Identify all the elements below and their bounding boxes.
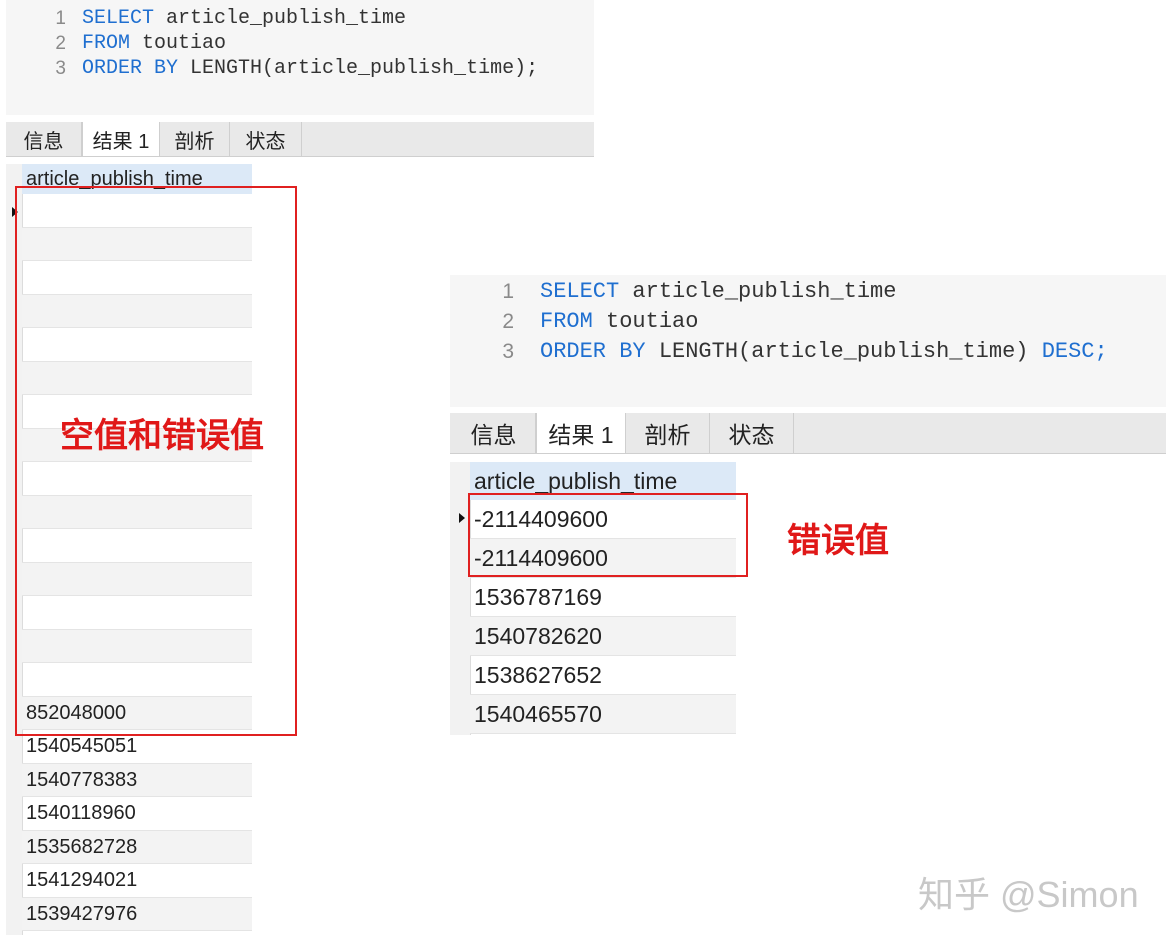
right-sql-editor[interactable]: 1 2 3 SELECT article_publish_time FROM t… bbox=[450, 275, 1166, 407]
right-query-panel: 1 2 3 SELECT article_publish_time FROM t… bbox=[450, 275, 1166, 735]
line-number: 2 bbox=[55, 33, 66, 54]
watermark: 知乎 @Simon bbox=[918, 874, 1139, 915]
table-row-cell[interactable]: 1540778383 bbox=[22, 763, 252, 797]
table-row-cell[interactable]: 1535682728 bbox=[22, 830, 252, 864]
line-number: 3 bbox=[502, 340, 514, 363]
tab-result-1[interactable]: 结果 1 bbox=[82, 122, 160, 156]
sql-keyword: ORDER BY bbox=[540, 339, 646, 364]
sql-line: FROM toutiao bbox=[82, 32, 226, 55]
table-row-cell[interactable]: 1541294021 bbox=[22, 864, 252, 898]
sql-keyword: FROM bbox=[82, 32, 131, 55]
table-row-cell[interactable]: 1538627652 bbox=[470, 656, 736, 695]
line-number: 1 bbox=[55, 8, 66, 29]
tab-profile[interactable]: 剖析 bbox=[626, 413, 710, 453]
sql-text: toutiao bbox=[592, 309, 699, 334]
tab-info[interactable]: 信息 bbox=[452, 413, 536, 453]
tab-status[interactable]: 状态 bbox=[230, 122, 302, 156]
sql-keyword: SELECT bbox=[540, 279, 620, 304]
table-row-cell[interactable]: 1540465570 bbox=[470, 695, 736, 734]
sql-line: SELECT article_publish_time bbox=[540, 279, 896, 304]
sql-text: toutiao bbox=[130, 32, 227, 55]
sql-text: LENGTH(article_publish_time); bbox=[178, 57, 539, 80]
annotation-box bbox=[468, 493, 748, 577]
sql-keyword: SELECT bbox=[82, 7, 155, 30]
tab-status[interactable]: 状态 bbox=[710, 413, 794, 453]
current-row-marker bbox=[459, 513, 465, 523]
annotation-box bbox=[15, 186, 297, 736]
right-result-tabs: 信息 结果 1 剖析 状态 bbox=[450, 413, 1166, 454]
table-row-cell[interactable]: 1536787169 bbox=[470, 578, 736, 617]
sql-line: ORDER BY LENGTH(article_publish_time); bbox=[82, 57, 538, 80]
tab-profile[interactable]: 剖析 bbox=[160, 122, 230, 156]
table-row-cell[interactable]: 1539427976 bbox=[22, 897, 252, 931]
tab-info[interactable]: 信息 bbox=[6, 122, 82, 156]
sql-keyword: ORDER BY bbox=[82, 57, 179, 80]
tab-result-1[interactable]: 结果 1 bbox=[536, 413, 626, 453]
line-number: 2 bbox=[502, 310, 514, 333]
line-number: 3 bbox=[55, 58, 66, 79]
sql-keyword: FROM bbox=[540, 309, 593, 334]
sql-line: ORDER BY LENGTH(article_publish_time) DE… bbox=[540, 339, 1108, 364]
sql-text: LENGTH(article_publish_time) bbox=[645, 339, 1029, 364]
sql-keyword: DESC; bbox=[1028, 339, 1108, 364]
table-row-cell[interactable]: 1540782620 bbox=[470, 617, 736, 656]
annotation-label: 错误值 bbox=[787, 522, 889, 560]
left-sql-editor[interactable]: 1 2 3 SELECT article_publish_time FROM t… bbox=[6, 0, 594, 115]
line-number: 1 bbox=[502, 280, 514, 303]
annotation-label: 空值和错误值 bbox=[60, 417, 264, 455]
sql-line: SELECT article_publish_time bbox=[82, 7, 406, 30]
table-row-cell[interactable]: 1540118960 bbox=[22, 797, 252, 831]
sql-text: article_publish_time bbox=[619, 279, 897, 304]
left-result-tabs: 信息 结果 1 剖析 状态 bbox=[6, 122, 594, 157]
sql-line: FROM toutiao bbox=[540, 309, 698, 334]
sql-text: article_publish_time bbox=[154, 7, 407, 30]
